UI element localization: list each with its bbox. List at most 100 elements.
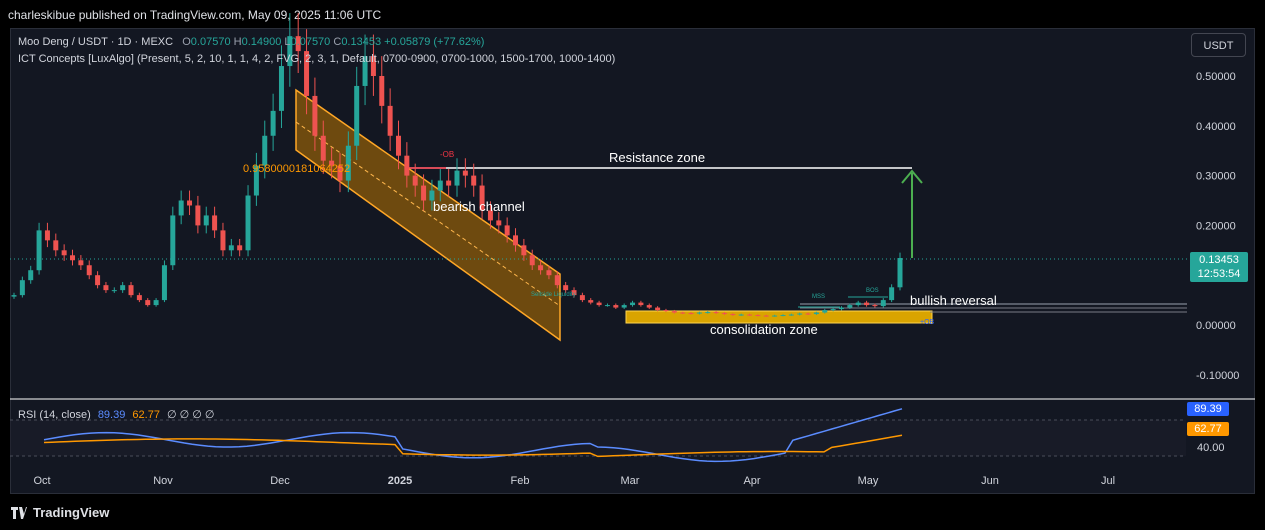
x-tick-label: May [858, 475, 879, 487]
candle-body [705, 312, 711, 314]
candle-body [78, 260, 84, 266]
candle-body [395, 135, 401, 156]
candle-body [780, 315, 786, 317]
candle-body [738, 314, 744, 316]
tradingview-logo-icon[interactable] [11, 507, 27, 519]
candle-body [86, 265, 92, 276]
last-price-value: 0.13453 [1199, 254, 1239, 266]
liquidity-label: Sellside Liquidity [531, 292, 576, 298]
x-tick-label: Mar [621, 475, 640, 487]
candle-body [245, 195, 251, 251]
candle-body [153, 300, 159, 306]
candle-body [513, 235, 519, 246]
candle-body [170, 215, 176, 266]
symbol-legend: Moo Deng / USDT · 1D · MEXC O0.07570 H0.… [18, 36, 484, 48]
candle-body [830, 309, 836, 311]
candle-body [187, 200, 193, 206]
footer [0, 496, 1265, 530]
candle-body [437, 180, 443, 191]
x-tick-label: Nov [153, 475, 173, 487]
candle-body [763, 315, 769, 317]
candle-body [262, 135, 268, 166]
candle-body [730, 314, 736, 316]
candle-body [203, 215, 209, 226]
indicator-legend[interactable]: ICT Concepts [LuxAlgo] (Present, 5, 2, 1… [18, 53, 615, 65]
candle-body [813, 312, 819, 315]
candle-body [446, 180, 452, 186]
candle-body [53, 240, 59, 251]
candle-body [387, 105, 393, 136]
y-axis: 0.500000.400000.300000.200000.100000.000… [1196, 71, 1239, 382]
candle-body [462, 170, 468, 176]
currency-button[interactable]: USDT [1191, 33, 1246, 57]
y-tick-label: 0.50000 [1196, 71, 1236, 83]
y-tick-label: 0.40000 [1196, 121, 1236, 133]
high-value: 0.14900 [241, 36, 282, 48]
candle-body [61, 250, 67, 256]
candle-body [872, 305, 878, 307]
x-tick-label: Dec [270, 475, 290, 487]
price-chart[interactable]: 0.500000.400000.300000.200000.100000.000… [0, 0, 1265, 530]
candle-body [897, 258, 903, 288]
bos-label: BOS [866, 288, 879, 294]
candle-body [797, 313, 803, 315]
ob-bottom-label: +OB [920, 319, 935, 326]
rsi-legend[interactable]: RSI (14, close) 89.39 62.77 ∅ ∅ ∅ ∅ [18, 408, 215, 421]
resistance-label: Resistance zone [609, 150, 705, 165]
rsi-legend-value: 89.39 [97, 409, 126, 421]
close-value: 0.13453 [341, 36, 382, 48]
candle-body [546, 270, 552, 276]
candle-body [28, 270, 34, 281]
candle-body [178, 200, 184, 216]
candle-body [663, 310, 669, 312]
rsi-ma-tag: 62.77 [1187, 422, 1229, 436]
candle-body [822, 310, 828, 313]
y-tick-label: 0.20000 [1196, 220, 1236, 232]
candle-body [788, 314, 794, 316]
candle-body [713, 312, 719, 314]
bullish-reversal-label: bullish reversal [910, 293, 997, 308]
candle-body [195, 205, 201, 226]
high-label: H [233, 36, 242, 48]
open-value: 0.07570 [190, 36, 231, 48]
candle-body [421, 185, 427, 201]
candle-body [680, 312, 686, 314]
fib-label: 0.9580000181064252 [243, 163, 350, 175]
y-tick-label: 0.30000 [1196, 171, 1236, 183]
candle-body [855, 302, 861, 306]
candle-body [755, 315, 761, 317]
candle-body [19, 280, 25, 296]
candle-body [70, 255, 76, 261]
candle-body [120, 285, 126, 291]
candle-body [613, 305, 619, 308]
tradingview-brand[interactable]: TradingView [33, 505, 109, 520]
candle-body [889, 287, 895, 301]
candle-body [671, 311, 677, 313]
candle-body [278, 66, 284, 111]
candle-body [412, 175, 418, 186]
candle-body [721, 313, 727, 315]
candle-body [496, 220, 502, 226]
candle-body [880, 300, 886, 307]
x-tick-label: 2025 [388, 475, 412, 487]
change-value: +0.05879 (+77.62%) [384, 36, 485, 48]
x-axis: Oct Nov Dec 2025 Feb Mar Apr May Jun Jul [33, 475, 1115, 487]
candle-body [111, 290, 117, 292]
candle-body [805, 313, 811, 315]
candle-body [696, 312, 702, 314]
candle-body [588, 300, 594, 303]
candle-body [847, 305, 853, 308]
candle-body [354, 85, 360, 146]
rsi-legend-extras: ∅ ∅ ∅ ∅ [167, 409, 215, 421]
ob-top-label: -OB [440, 150, 454, 159]
open-label: O [182, 36, 191, 48]
candle-body [688, 313, 694, 315]
symbol-name[interactable]: Moo Deng / USDT · 1D · MEXC [18, 36, 173, 48]
candle-body [103, 285, 109, 291]
candle-body [471, 175, 477, 186]
bar-countdown: 12:53:54 [1197, 268, 1241, 280]
candle-body [454, 170, 460, 186]
candle-body [521, 245, 527, 256]
candle-body [554, 275, 560, 286]
candle-body [563, 285, 569, 291]
